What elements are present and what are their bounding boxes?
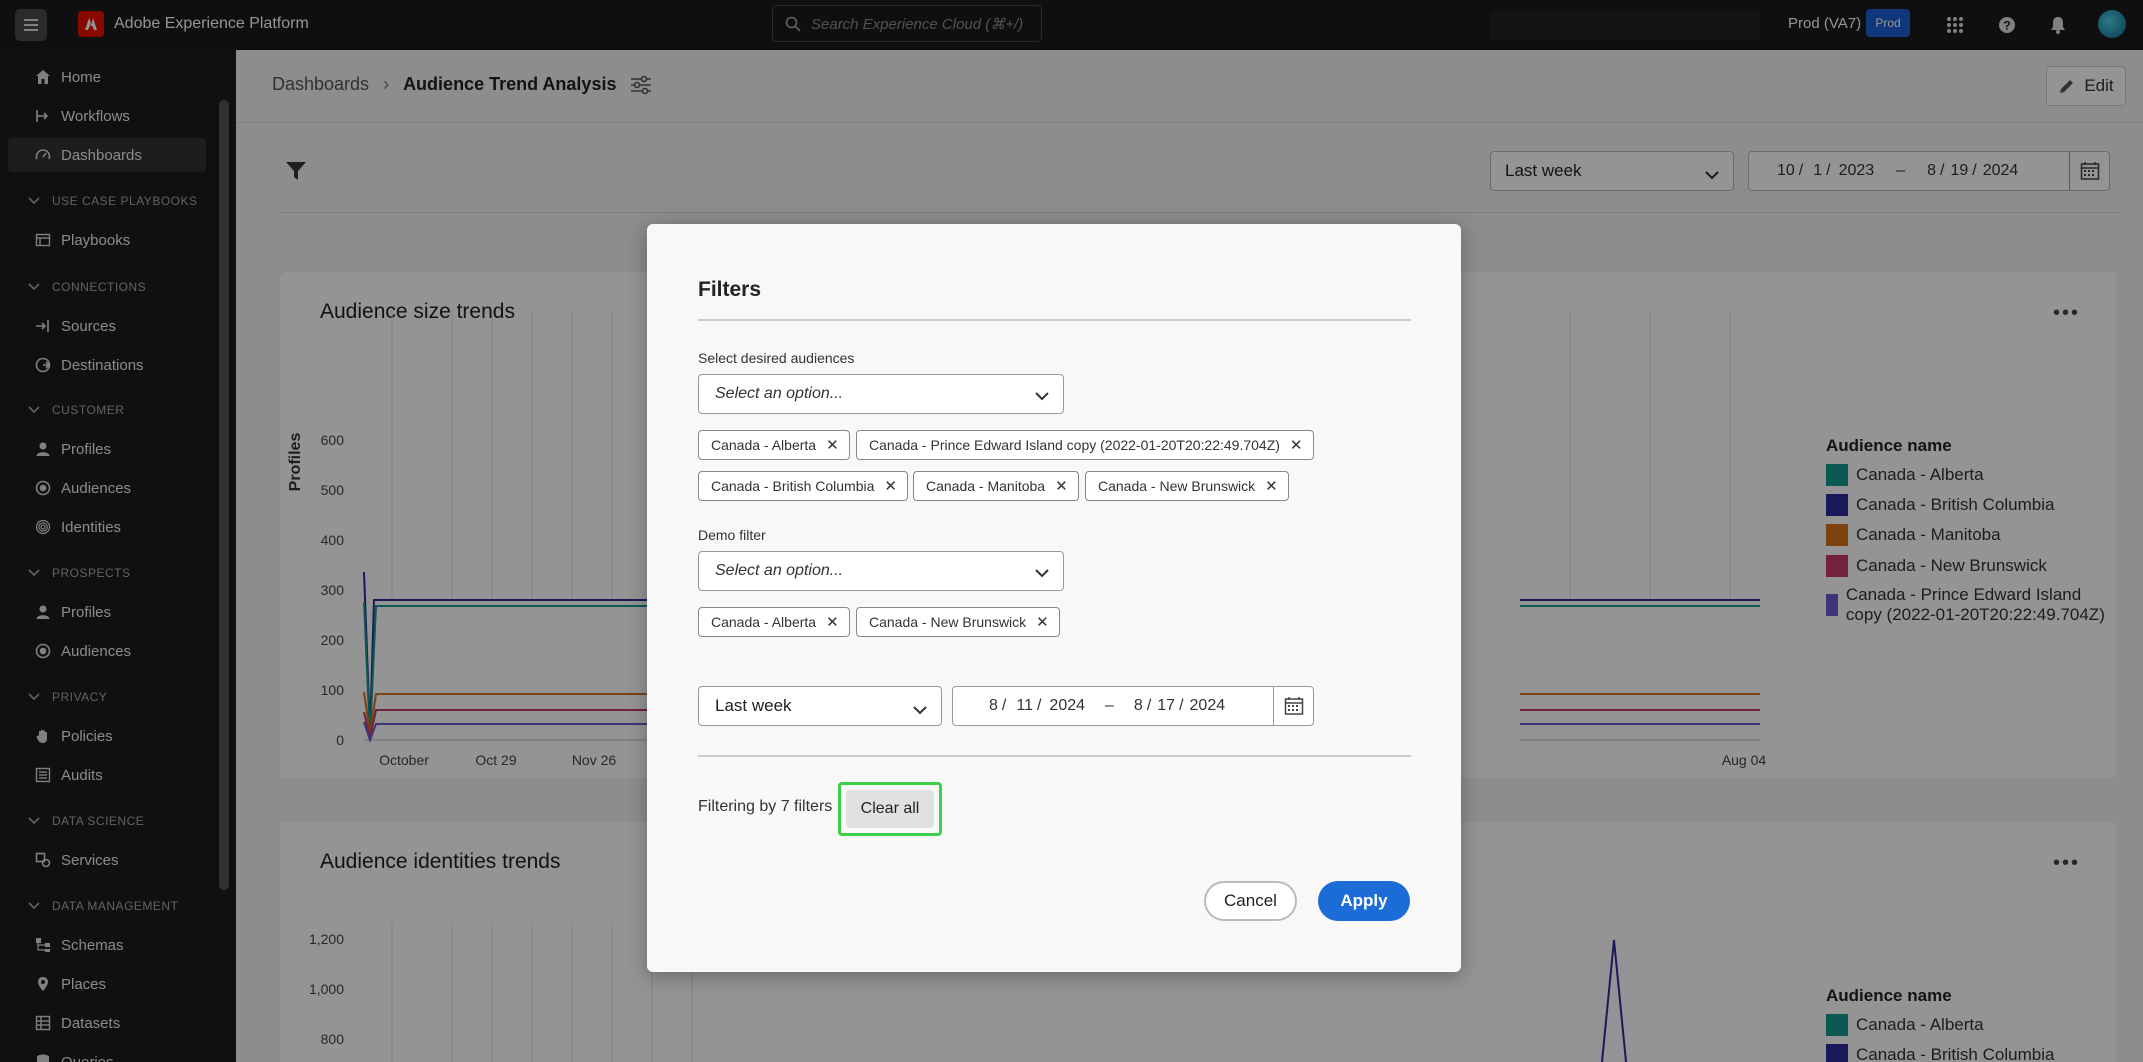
clear-all-button[interactable]: Clear all xyxy=(846,790,934,828)
filters-dialog: Filters Select desired audiences Select … xyxy=(647,224,1461,972)
demo-select-placeholder: Select an option... xyxy=(715,562,844,579)
audience-tag: Canada - Prince Edward Island copy (2022… xyxy=(856,430,1314,460)
tag-label: Canada - British Columbia xyxy=(711,478,875,494)
tag-label: Canada - Alberta xyxy=(711,614,817,630)
chevron-down-icon xyxy=(913,700,927,720)
dialog-date-preset-select[interactable]: Last week xyxy=(698,686,942,726)
start-month[interactable]: 8 xyxy=(989,697,998,715)
close-icon[interactable]: ✕ xyxy=(826,613,839,631)
chevron-down-icon xyxy=(1035,388,1049,406)
tag-label: Canada - Manitoba xyxy=(926,478,1046,494)
calendar-icon xyxy=(1284,697,1303,715)
close-icon[interactable]: ✕ xyxy=(826,436,839,454)
audiences-select-placeholder: Select an option... xyxy=(715,385,844,402)
apply-button[interactable]: Apply xyxy=(1318,881,1410,921)
demo-tag: Canada - Alberta ✕ xyxy=(698,607,850,637)
tag-label: Canada - New Brunswick xyxy=(869,614,1027,630)
dialog-title: Filters xyxy=(698,278,762,301)
start-year[interactable]: 2024 xyxy=(1049,697,1085,715)
dialog-divider xyxy=(698,319,1411,321)
dialog-date-range-picker[interactable]: 8/ 11/ 2024 – 8/ 17/ 2024 xyxy=(952,686,1314,726)
tag-label: Canada - Prince Edward Island copy (2022… xyxy=(869,437,1280,453)
filter-count-text: Filtering by 7 filters xyxy=(698,798,833,815)
demo-filter-label: Demo filter xyxy=(698,527,766,543)
close-icon[interactable]: ✕ xyxy=(1036,613,1049,631)
demo-filter-select[interactable]: Select an option... xyxy=(698,551,1064,591)
audiences-field-label: Select desired audiences xyxy=(698,350,855,366)
close-icon[interactable]: ✕ xyxy=(1055,477,1068,495)
audience-tag: Canada - Alberta ✕ xyxy=(698,430,850,460)
audience-tag: Canada - Manitoba ✕ xyxy=(913,471,1079,501)
close-icon[interactable]: ✕ xyxy=(884,477,897,495)
clear-all-highlight: Clear all xyxy=(838,782,942,836)
audiences-select[interactable]: Select an option... xyxy=(698,374,1064,414)
dialog-divider xyxy=(698,755,1411,757)
end-year[interactable]: 2024 xyxy=(1190,697,1226,715)
end-day[interactable]: 17 xyxy=(1157,697,1175,715)
cancel-button[interactable]: Cancel xyxy=(1204,881,1297,921)
calendar-button[interactable] xyxy=(1273,687,1313,725)
demo-tag: Canada - New Brunswick ✕ xyxy=(856,607,1060,637)
date-separator: – xyxy=(1105,697,1114,714)
audience-tag: Canada - British Columbia ✕ xyxy=(698,471,908,501)
close-icon[interactable]: ✕ xyxy=(1265,477,1278,495)
chevron-down-icon xyxy=(1035,565,1049,583)
tag-label: Canada - New Brunswick xyxy=(1098,478,1256,494)
date-preset-value: Last week xyxy=(715,696,792,715)
close-icon[interactable]: ✕ xyxy=(1290,436,1303,454)
audience-tag: Canada - New Brunswick ✕ xyxy=(1085,471,1289,501)
end-month[interactable]: 8 xyxy=(1134,697,1143,715)
start-day[interactable]: 11 xyxy=(1016,697,1033,715)
tag-label: Canada - Alberta xyxy=(711,437,817,453)
